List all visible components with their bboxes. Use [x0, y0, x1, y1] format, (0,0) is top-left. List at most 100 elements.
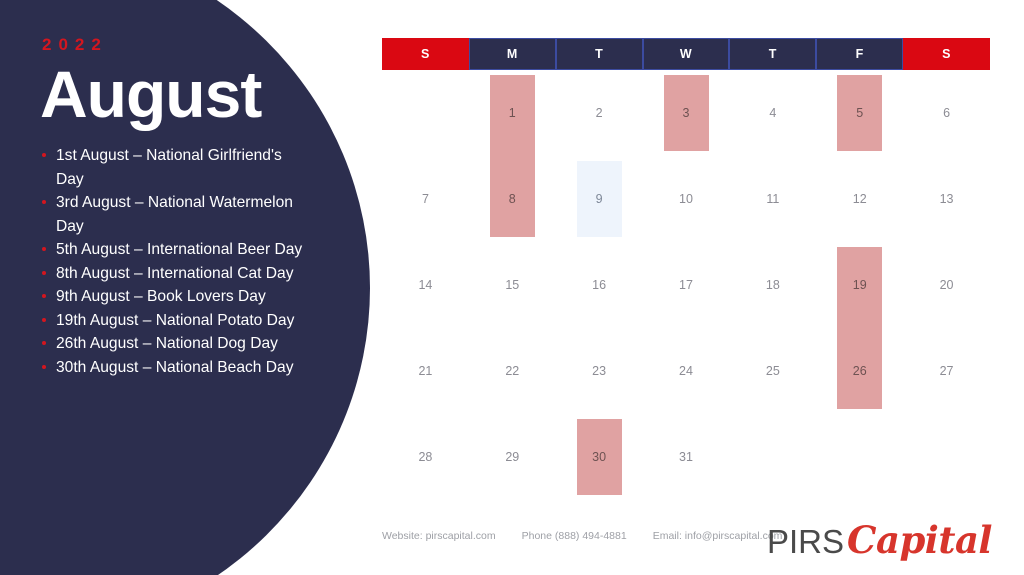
- footer-website[interactable]: Website: pirscapital.com: [382, 530, 496, 542]
- event-item: 26th August – National Dog Day: [42, 332, 310, 356]
- day-cell-3[interactable]: 3: [643, 70, 730, 156]
- day-number: 8: [508, 192, 516, 206]
- left-info-panel: 2022 August 1st August – National Girlfr…: [0, 0, 330, 575]
- day-number: 1: [508, 106, 516, 120]
- day-number: 25: [765, 364, 780, 378]
- day-cell-23[interactable]: 23: [556, 328, 643, 414]
- day-cell-empty: [816, 414, 903, 500]
- day-cell-1[interactable]: 1: [469, 70, 556, 156]
- day-cell-empty: [382, 70, 469, 156]
- bullet-dot-icon: [42, 317, 46, 322]
- day-number: 31: [679, 450, 693, 464]
- day-cell-6[interactable]: 6: [903, 70, 990, 156]
- event-item: 3rd August – National Watermelon Day: [42, 191, 310, 238]
- calendar-widget: SMTWTFS 1 2 3 4 5 6 7 8 9 10 11 12 13 14 15 16 17 18 19 20 2…: [382, 38, 990, 500]
- day-number: 13: [939, 192, 954, 206]
- day-header-2: T: [555, 38, 643, 70]
- day-cell-30[interactable]: 30: [556, 414, 643, 500]
- day-number: 7: [421, 192, 429, 206]
- day-number: 24: [679, 364, 693, 378]
- day-number: 15: [505, 278, 520, 292]
- event-item: 19th August – National Potato Day: [42, 309, 310, 333]
- day-header-4: T: [729, 38, 817, 70]
- day-cell-empty: [903, 414, 990, 500]
- day-cell-31[interactable]: 31: [643, 414, 730, 500]
- day-cell-25[interactable]: 25: [729, 328, 816, 414]
- day-cell-empty: [729, 414, 816, 500]
- day-number: 5: [856, 106, 864, 120]
- day-cell-7[interactable]: 7: [382, 156, 469, 242]
- day-cell-27[interactable]: 27: [903, 328, 990, 414]
- day-header-0: S: [382, 38, 469, 70]
- day-cell-18[interactable]: 18: [729, 242, 816, 328]
- bullet-dot-icon: [42, 200, 46, 205]
- event-item-label: 1st August – National Girlfriend's Day: [56, 147, 282, 188]
- day-header-1: M: [468, 38, 556, 70]
- event-item-label: 8th August – International Cat Day: [56, 264, 294, 282]
- event-item: 8th August – International Cat Day: [42, 262, 310, 286]
- event-item: 1st August – National Girlfriend's Day: [42, 144, 310, 191]
- day-cell-20[interactable]: 20: [903, 242, 990, 328]
- day-cell-24[interactable]: 24: [643, 328, 730, 414]
- day-header-6: S: [903, 38, 990, 70]
- day-cell-4[interactable]: 4: [729, 70, 816, 156]
- day-cell-12[interactable]: 12: [816, 156, 903, 242]
- bullet-dot-icon: [42, 153, 46, 158]
- event-item-label: 9th August – Book Lovers Day: [56, 288, 266, 306]
- day-header-5: F: [816, 38, 904, 70]
- events-list: 1st August – National Girlfriend's Day 3r…: [42, 144, 312, 379]
- day-cell-8[interactable]: 8: [469, 156, 556, 242]
- day-cell-14[interactable]: 14: [382, 242, 469, 328]
- event-item: 30th August – National Beach Day: [42, 356, 310, 380]
- month-title: August: [40, 57, 262, 131]
- day-number: 12: [852, 192, 867, 206]
- day-number: 22: [505, 364, 520, 378]
- footer-phone[interactable]: Phone (888) 494-4881: [522, 530, 627, 542]
- footer-email[interactable]: Email: info@pirscapital.com: [653, 530, 783, 542]
- day-number: 23: [592, 364, 607, 378]
- day-number: 17: [679, 278, 693, 292]
- year-label: 2022: [42, 35, 108, 54]
- day-cell-22[interactable]: 22: [469, 328, 556, 414]
- day-cell-11[interactable]: 11: [729, 156, 816, 242]
- day-cell-2[interactable]: 2: [556, 70, 643, 156]
- day-number: 20: [939, 278, 954, 292]
- event-item-label: 19th August – National Potato Day: [56, 311, 295, 329]
- day-number: 21: [418, 364, 433, 378]
- event-item-label: 26th August – National Dog Day: [56, 335, 278, 353]
- day-cell-29[interactable]: 29: [469, 414, 556, 500]
- day-cell-10[interactable]: 10: [643, 156, 730, 242]
- day-number: 4: [769, 106, 777, 120]
- day-number: 14: [418, 278, 433, 292]
- day-number: 2: [595, 106, 603, 120]
- bullet-dot-icon: [42, 341, 46, 346]
- day-cell-26[interactable]: 26: [816, 328, 903, 414]
- day-cell-15[interactable]: 15: [469, 242, 556, 328]
- logo-text-capital: Capital: [847, 518, 992, 562]
- day-cell-9[interactable]: 9: [556, 156, 643, 242]
- day-cell-17[interactable]: 17: [643, 242, 730, 328]
- day-number: 10: [679, 192, 693, 206]
- day-cell-5[interactable]: 5: [816, 70, 903, 156]
- day-number: 26: [852, 364, 867, 378]
- day-number: 30: [592, 450, 607, 464]
- day-number: 28: [418, 450, 433, 464]
- day-cell-16[interactable]: 16: [556, 242, 643, 328]
- day-number: 18: [765, 278, 780, 292]
- logo-text-pirs: PIRS: [766, 523, 845, 560]
- bullet-dot-icon: [42, 270, 46, 275]
- day-cell-28[interactable]: 28: [382, 414, 469, 500]
- day-cell-21[interactable]: 21: [382, 328, 469, 414]
- bullet-dot-icon: [42, 247, 46, 252]
- event-item-label: 30th August – National Beach Day: [56, 358, 294, 376]
- day-number: 6: [943, 106, 951, 120]
- day-of-week-header-row: SMTWTFS: [382, 38, 990, 70]
- day-number: 27: [939, 364, 954, 378]
- event-item: 5th August – International Beer Day: [42, 238, 310, 262]
- day-number: 3: [682, 106, 690, 120]
- event-item-label: 3rd August – National Watermelon Day: [56, 194, 293, 235]
- day-cell-19[interactable]: 19: [816, 242, 903, 328]
- day-cell-13[interactable]: 13: [903, 156, 990, 242]
- day-number: 19: [852, 278, 867, 292]
- calendar-slide: 2022 August 1st August – National Girlfr…: [0, 0, 1024, 575]
